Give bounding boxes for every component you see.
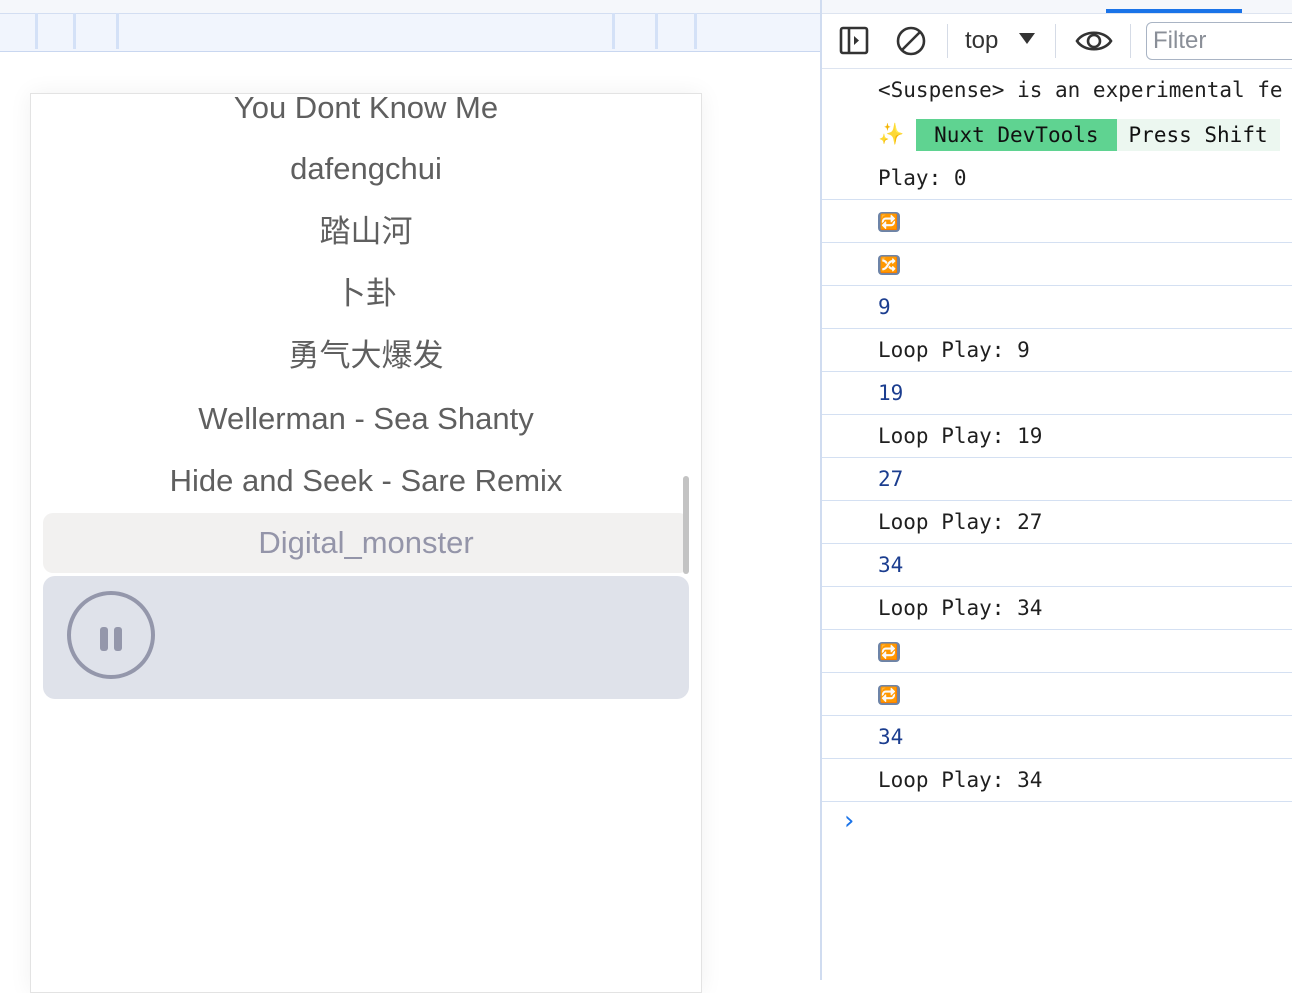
- console-toolbar: top: [822, 14, 1292, 69]
- console-message: Loop Play: 27: [822, 501, 1292, 544]
- clear-console-icon[interactable]: [894, 25, 928, 57]
- log-number: 9: [878, 295, 891, 319]
- song-item[interactable]: dafengchui: [31, 149, 701, 189]
- ruler-tick: [655, 13, 658, 49]
- shuffle-icon: 🔀: [878, 255, 900, 275]
- log-text: Loop Play: 19: [878, 424, 1043, 448]
- filter-input[interactable]: [1146, 22, 1292, 60]
- ruler-tick: [612, 13, 615, 49]
- log-number: 27: [878, 467, 904, 491]
- log-number: 19: [878, 381, 904, 405]
- warning-text: <Suspense> is an experimental fe: [878, 78, 1283, 102]
- ruler-tick: [73, 13, 76, 49]
- devtools-panel: top <Suspense> is an experimental fe ✨ Nu…: [820, 0, 1292, 980]
- song-item[interactable]: You Dont Know Me: [31, 94, 701, 128]
- song-item[interactable]: 卜卦: [31, 274, 701, 314]
- repeat-icon: 🔁: [878, 212, 900, 232]
- ruler-tick: [35, 13, 38, 49]
- log-text: Loop Play: 34: [878, 596, 1043, 620]
- log-number: 34: [878, 553, 904, 577]
- console-message: 34: [822, 544, 1292, 587]
- console-message: 27: [822, 458, 1292, 501]
- toolbar-divider: [1130, 24, 1131, 58]
- playlist-scrollbar[interactable]: [683, 476, 689, 574]
- console-message: 🔀: [822, 243, 1292, 286]
- tab-console-active-indicator[interactable]: [1106, 9, 1242, 13]
- console-output: <Suspense> is an experimental fe ✨ Nuxt D…: [822, 69, 1292, 802]
- console-prompt-icon[interactable]: ›: [844, 806, 854, 836]
- ruler-tick: [694, 13, 697, 49]
- console-message: 🔁: [822, 630, 1292, 673]
- log-text: Loop Play: 9: [878, 338, 1030, 362]
- song-item[interactable]: Wellerman - Sea Shanty: [31, 399, 701, 439]
- toolbar-divider: [1055, 24, 1056, 58]
- console-message: Loop Play: 34: [822, 587, 1292, 630]
- mobile-preview: You Dont Know Me dafengchui 踏山河 卜卦 勇气大爆发…: [30, 93, 702, 993]
- console-message: 🔁: [822, 673, 1292, 716]
- song-item[interactable]: Hide and Seek - Sare Remix: [31, 461, 701, 501]
- console-message: Loop Play: 9: [822, 329, 1292, 372]
- player-bar: [43, 576, 689, 699]
- ruler-top-strip: [0, 0, 820, 14]
- log-text: Loop Play: 27: [878, 510, 1043, 534]
- log-text: Play: 0: [878, 166, 967, 190]
- console-message: Loop Play: 34: [822, 759, 1292, 802]
- console-message: Play: 0: [822, 157, 1292, 200]
- nuxt-devtools-badge: Nuxt DevTools: [916, 119, 1117, 151]
- log-number: 34: [878, 725, 904, 749]
- song-item[interactable]: 勇气大爆发: [31, 336, 701, 376]
- context-selector[interactable]: top: [965, 24, 998, 58]
- page-viewport: You Dont Know Me dafengchui 踏山河 卜卦 勇气大爆发…: [0, 0, 820, 993]
- song-item[interactable]: 踏山河: [31, 212, 701, 252]
- repeat-icon: 🔁: [878, 642, 900, 662]
- console-message: Loop Play: 19: [822, 415, 1292, 458]
- ruler-tick: [116, 13, 119, 49]
- chevron-down-icon[interactable]: [1019, 33, 1035, 44]
- console-message: 34: [822, 716, 1292, 759]
- log-text: Loop Play: 34: [878, 768, 1043, 792]
- toolbar-divider: [947, 24, 948, 58]
- devtools-tab-strip: [822, 0, 1292, 14]
- console-message-nuxt: ✨ Nuxt DevTools Press Shift: [822, 111, 1292, 157]
- console-log-list: Play: 0 🔁 🔀 9 Loop Play: 9 19 Loop Play: 19 27 L…: [822, 157, 1292, 802]
- console-message: 19: [822, 372, 1292, 415]
- pause-button[interactable]: [67, 591, 155, 679]
- nuxt-hint-text: Press Shift: [1116, 119, 1280, 151]
- ruler-bar: [0, 0, 820, 52]
- console-message: 🔁: [822, 200, 1292, 243]
- console-message-warning: <Suspense> is an experimental fe: [822, 69, 1292, 111]
- sparkles-icon: ✨: [878, 122, 905, 146]
- console-message: 9: [822, 286, 1292, 329]
- sidebar-toggle-icon[interactable]: [838, 25, 872, 57]
- repeat-icon: 🔁: [878, 685, 900, 705]
- song-item-active[interactable]: Digital_monster: [43, 513, 689, 573]
- eye-icon[interactable]: [1074, 25, 1114, 57]
